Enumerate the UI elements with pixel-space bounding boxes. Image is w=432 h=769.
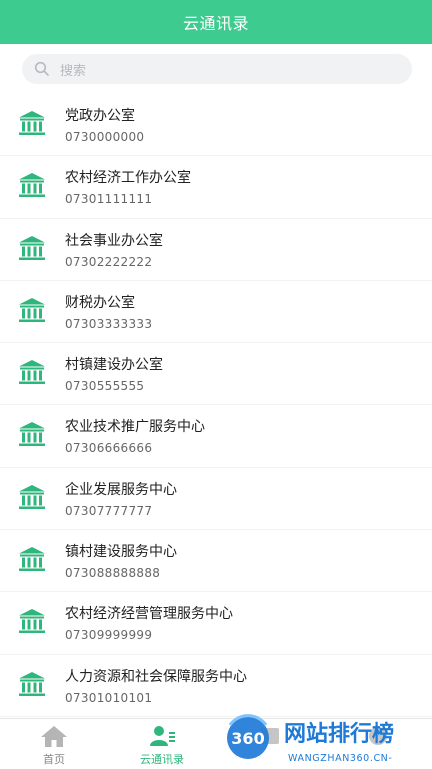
list-item[interactable]: 农村经济经营管理服务中心 07309999999 — [0, 592, 432, 655]
contact-name: 农业技术推广服务中心 — [65, 419, 205, 436]
app-header: 云通讯录 — [0, 0, 432, 44]
list-item[interactable]: 社会事业办公室 07302222222 — [0, 219, 432, 282]
building-icon — [19, 111, 45, 135]
contact-phone: 0730000000 — [65, 130, 145, 144]
contact-name: 农村经济工作办公室 — [65, 170, 191, 187]
contact-name: 镇村建设服务中心 — [65, 544, 177, 561]
watermark-number: 360 — [231, 729, 264, 748]
building-icon — [19, 547, 45, 572]
contact-name: 村镇建设办公室 — [65, 357, 163, 374]
contact-name: 党政办公室 — [65, 108, 135, 124]
building-icon — [19, 173, 45, 198]
watermark-title: 网站排行榜 — [284, 721, 394, 747]
building-icon — [19, 360, 45, 385]
contact-phone: 07307777777 — [65, 503, 153, 518]
list-item[interactable]: 人力资源和社会保障服务中心 07301010101 — [0, 655, 432, 718]
search-placeholder: 搜索 — [60, 63, 87, 79]
contact-name: 社会事业办公室 — [65, 232, 163, 249]
contact-phone: 07301010101 — [65, 690, 153, 705]
building-icon — [19, 422, 45, 447]
watermark-url: WANGZHAN360.CN- — [288, 753, 392, 764]
tab-1[interactable]: 首页 — [0, 719, 108, 769]
building-icon — [19, 484, 45, 509]
list-item[interactable]: 镇村建设服务中心 073088888888 — [0, 530, 432, 593]
list-item[interactable]: 党政办公室 0730000000 — [0, 94, 432, 157]
contact-name: 人力资源和社会保障服务中心 — [65, 668, 247, 685]
search-bar: 搜索 — [0, 44, 432, 94]
search-input[interactable]: 搜索 — [22, 54, 412, 84]
contact-phone: 07303333333 — [65, 316, 153, 331]
contact-name: 企业发展服务中心 — [65, 481, 177, 498]
building-icon — [19, 671, 45, 696]
contact-phone: 07301111111 — [65, 192, 153, 207]
building-icon — [19, 297, 45, 322]
contact-list: 党政办公室 0730000000 农村经济工作办公室 07301111111 社会事业办… — [0, 94, 432, 718]
page-title: 云通讯录 — [182, 14, 249, 33]
list-item[interactable]: 财税办公室 07303333333 — [0, 281, 432, 344]
contact-phone: 0730555555 — [65, 379, 145, 394]
search-icon — [34, 61, 50, 77]
building-icon — [19, 609, 45, 634]
building-icon — [19, 235, 45, 260]
tab-label: 云通讯录 — [140, 753, 184, 766]
home-icon — [40, 724, 68, 748]
contact-phone: 073088888888 — [65, 566, 161, 581]
list-item[interactable]: 农业技术推广服务中心 07306666666 — [0, 405, 432, 469]
contact-phone: 07309999999 — [65, 628, 153, 643]
contact-phone: 07302222222 — [65, 254, 153, 269]
watermark-logo: 360 网站排行榜 WANGZHAN360.CN- — [227, 714, 394, 764]
list-item[interactable]: 农村经济工作办公室 07301111111 — [0, 156, 432, 219]
list-item[interactable]: 村镇建设办公室 0730555555 — [0, 343, 432, 406]
tab-2[interactable]: 云通讯录 — [108, 719, 216, 769]
tab-label: 首页 — [43, 753, 65, 766]
contact-name: 农村经济经营管理服务中心 — [65, 606, 233, 623]
contact-phone: 07306666666 — [65, 441, 153, 456]
contacts-icon — [148, 724, 176, 748]
list-item[interactable]: 企业发展服务中心 07307777777 — [0, 468, 432, 531]
contact-name: 财税办公室 — [65, 294, 135, 311]
